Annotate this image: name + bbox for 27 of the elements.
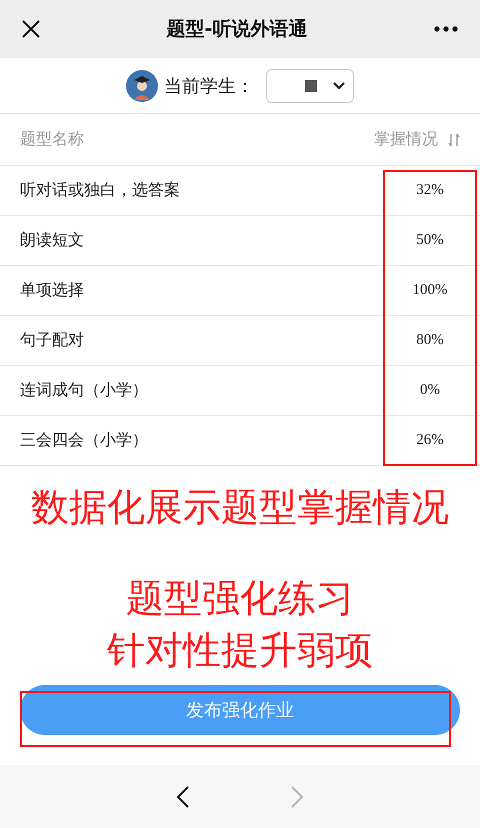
annotation-caption: 针对性提升弱项 (107, 627, 373, 673)
table-cell-text: 80% (415, 332, 445, 349)
publish-button[interactable]: 发布强化作业 (20, 685, 460, 735)
table-cell: 连词成句（小学） (20, 380, 148, 401)
table-cell: 句子配对 (20, 330, 84, 351)
sort-icon[interactable] (448, 132, 460, 146)
column-header[interactable]: 掌握情况 (374, 129, 438, 150)
avatar-icon (126, 70, 158, 102)
annotation-caption: 题型强化练习 (126, 575, 354, 621)
table-cell: 听对话或独白，选答案 (20, 180, 180, 201)
close-icon[interactable] (22, 20, 40, 38)
table-cell-text: 0% (419, 382, 441, 399)
annotation-headline: 数据化展示题型掌握情况 (30, 484, 450, 531)
table-cell-text: 50% (415, 232, 445, 249)
table-cell: 单项选择 (20, 280, 84, 301)
chevron-down-icon[interactable] (333, 82, 345, 90)
table-cell: 三会四会（小学） (20, 430, 148, 451)
table-cell-text: 32% (415, 182, 445, 199)
table-cell-text: 26% (415, 432, 445, 449)
student-select[interactable] (266, 68, 354, 102)
more-icon[interactable] (434, 26, 458, 32)
page-title: 题型-听说外语通 (166, 17, 308, 42)
column-header: 题型名称 (20, 129, 84, 150)
table-cell-text: 100% (412, 282, 448, 299)
back-icon[interactable] (176, 784, 190, 808)
table-cell: 朗读短文 (20, 230, 84, 251)
student-label: 当前学生： (164, 74, 254, 98)
